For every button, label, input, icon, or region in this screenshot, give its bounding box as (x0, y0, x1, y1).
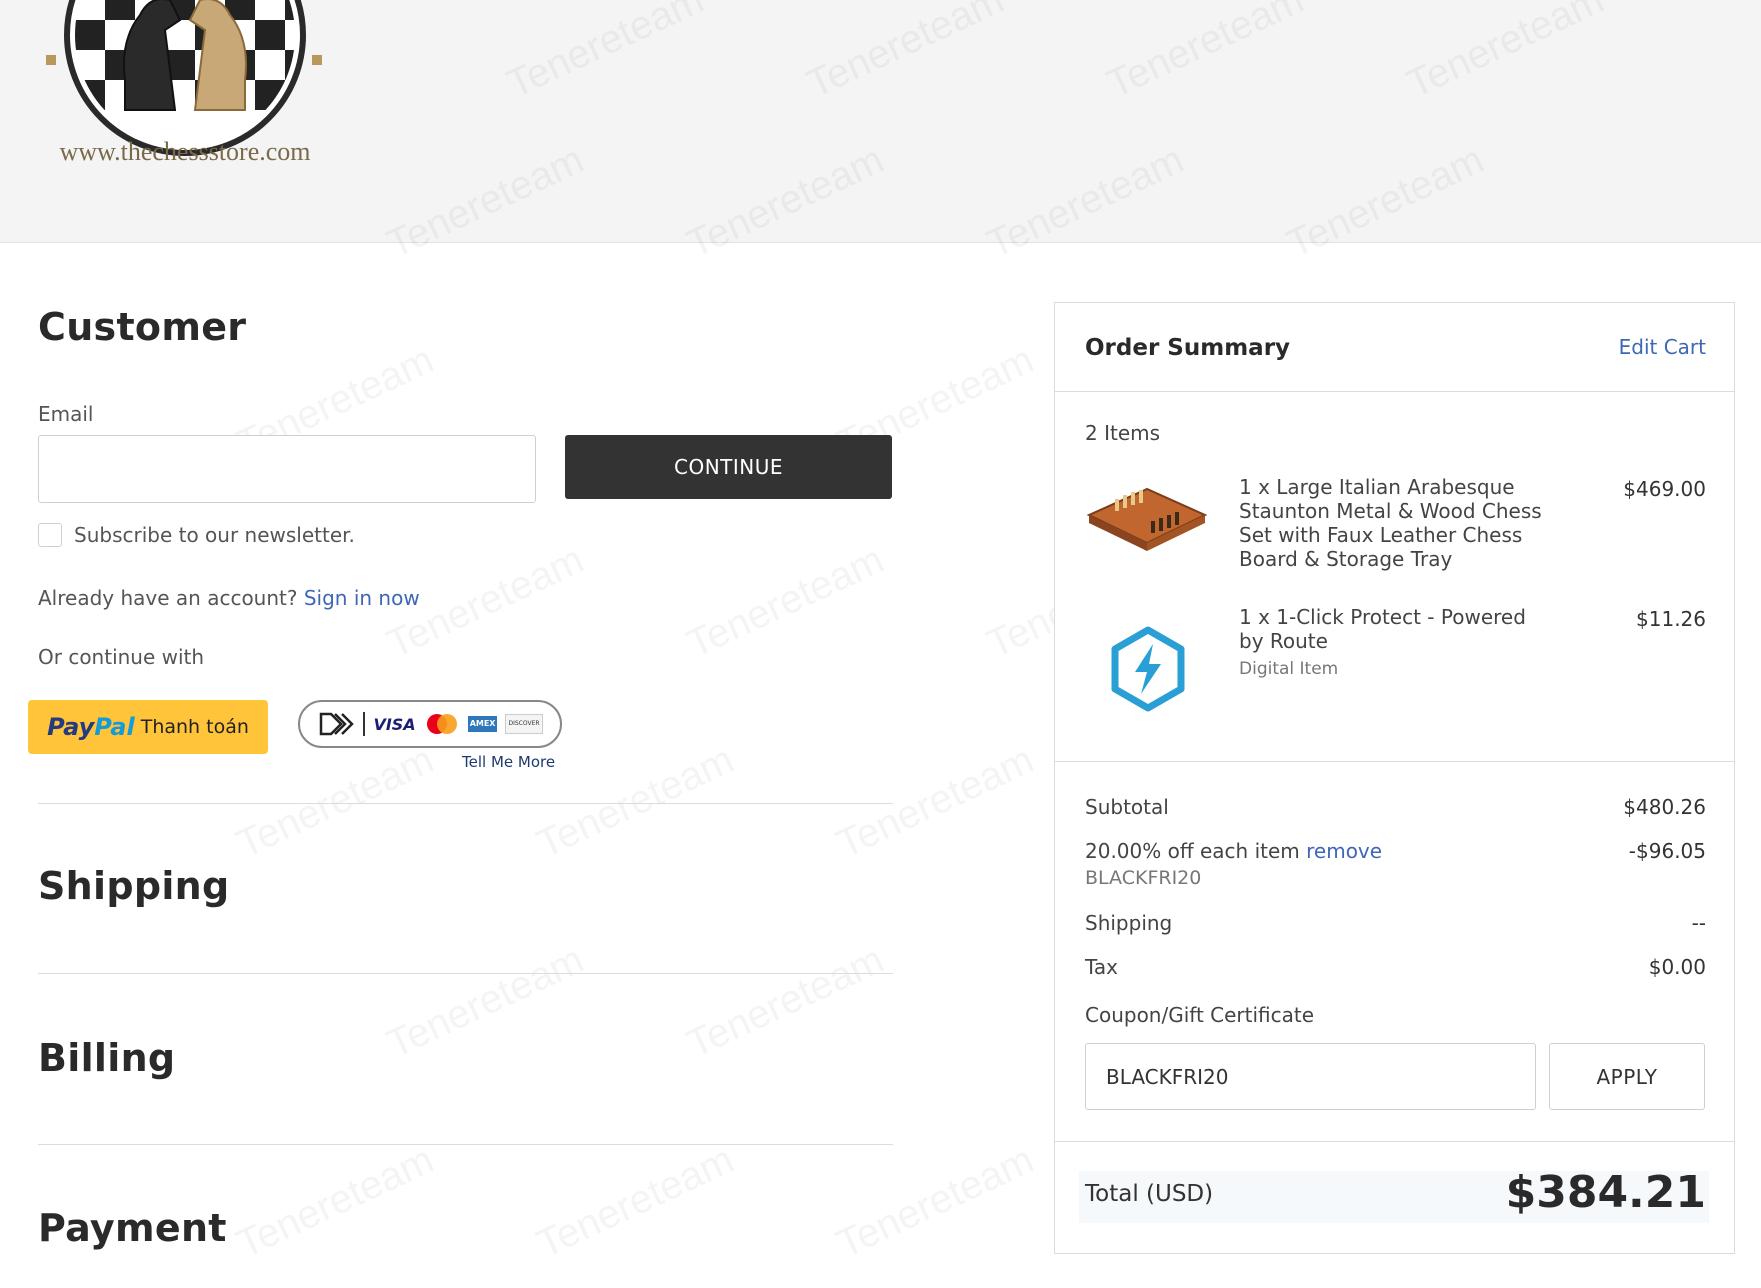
payment-heading[interactable]: Payment (38, 1206, 227, 1250)
paypal-button-label: Thanh toán (140, 716, 249, 738)
section-divider (38, 803, 893, 804)
email-label: Email (38, 402, 94, 426)
shipping-heading[interactable]: Shipping (38, 864, 230, 908)
edit-cart-link[interactable]: Edit Cart (1619, 335, 1706, 359)
amex-logo: AMEX (467, 716, 498, 732)
total-value: $384.21 (1505, 1167, 1706, 1218)
shipping-label: Shipping (1085, 911, 1173, 935)
summary-divider (1055, 1141, 1734, 1142)
paypal-pal-text: Pal (94, 713, 135, 741)
sign-in-link[interactable]: Sign in now (304, 586, 420, 610)
items-count: 2 Items (1085, 421, 1161, 445)
discount-text: 20.00% off each item (1085, 839, 1300, 863)
logo-url-text: www.thechessstore.com (59, 137, 310, 166)
watermark: Tenereteam (230, 1137, 440, 1267)
tax-value: $0.00 (1648, 955, 1706, 979)
customer-heading: Customer (38, 305, 247, 349)
coupon-input[interactable]: BLACKFRI20 (1085, 1043, 1536, 1110)
section-divider (38, 1144, 893, 1145)
watermark: Tenereteam (680, 937, 890, 1067)
chess-store-logo[interactable]: www.thechessstore.com (20, 0, 350, 200)
total-label: Total (USD) (1085, 1181, 1214, 1207)
coupon-label: Coupon/Gift Certificate (1085, 1003, 1315, 1027)
summary-divider (1055, 761, 1734, 762)
account-prompt-text: Already have an account? (38, 586, 298, 610)
discount-code: BLACKFRI20 (1085, 867, 1202, 889)
tax-label: Tax (1085, 955, 1118, 979)
watermark: Tenereteam (530, 1137, 740, 1267)
apply-coupon-button[interactable]: APPLY (1549, 1043, 1705, 1110)
paypal-button[interactable]: PayPal Thanh toán (28, 700, 268, 754)
order-summary-panel: Order Summary Edit Cart 2 Items 1 x Larg… (1054, 302, 1735, 1254)
site-header: www.thechessstore.com (0, 0, 1761, 243)
billing-heading[interactable]: Billing (38, 1036, 175, 1080)
watermark: Tenereteam (380, 937, 590, 1067)
item-price: $11.26 (1636, 607, 1706, 631)
tell-me-more-link[interactable]: Tell Me More (462, 753, 555, 771)
continue-button[interactable]: CONTINUE (565, 435, 892, 499)
continue-with-label: Or continue with (38, 645, 205, 669)
newsletter-checkbox[interactable] (38, 523, 62, 547)
visa-logo: VISA (373, 714, 416, 734)
discount-label: 20.00% off each item remove (1085, 839, 1382, 863)
arrow-forward-icon (320, 712, 355, 736)
card-payment-button[interactable]: VISA AMEX DISCOVER (298, 700, 562, 748)
newsletter-label: Subscribe to our newsletter. (74, 523, 355, 547)
discount-value: -$96.05 (1628, 839, 1706, 863)
summary-divider (1055, 391, 1734, 392)
item-subtitle: Digital Item (1239, 659, 1339, 679)
item-name: 1 x Large Italian Arabesque Staunton Met… (1239, 475, 1542, 571)
account-prompt: Already have an account? Sign in now (38, 586, 420, 610)
item-price: $469.00 (1623, 477, 1706, 501)
chess-set-icon (1086, 487, 1208, 551)
remove-discount-link[interactable]: remove (1306, 839, 1382, 863)
order-summary-title: Order Summary (1085, 335, 1291, 361)
item-name: 1 x 1-Click Protect - Powered by Route (1239, 605, 1526, 653)
watermark: Tenereteam (830, 1137, 1040, 1267)
subtotal-label: Subtotal (1085, 795, 1169, 819)
mastercard-icon (426, 714, 457, 734)
shipping-value: -- (1691, 911, 1706, 935)
route-protect-icon (1111, 626, 1185, 712)
subtotal-value: $480.26 (1623, 795, 1706, 819)
paypal-logo: PayPal (47, 713, 135, 741)
separator (363, 712, 366, 736)
email-input[interactable] (38, 435, 536, 503)
paypal-pay-text: Pay (47, 713, 95, 741)
discover-logo: DISCOVER (505, 714, 543, 734)
watermark: Tenereteam (680, 537, 890, 667)
section-divider (38, 973, 893, 974)
